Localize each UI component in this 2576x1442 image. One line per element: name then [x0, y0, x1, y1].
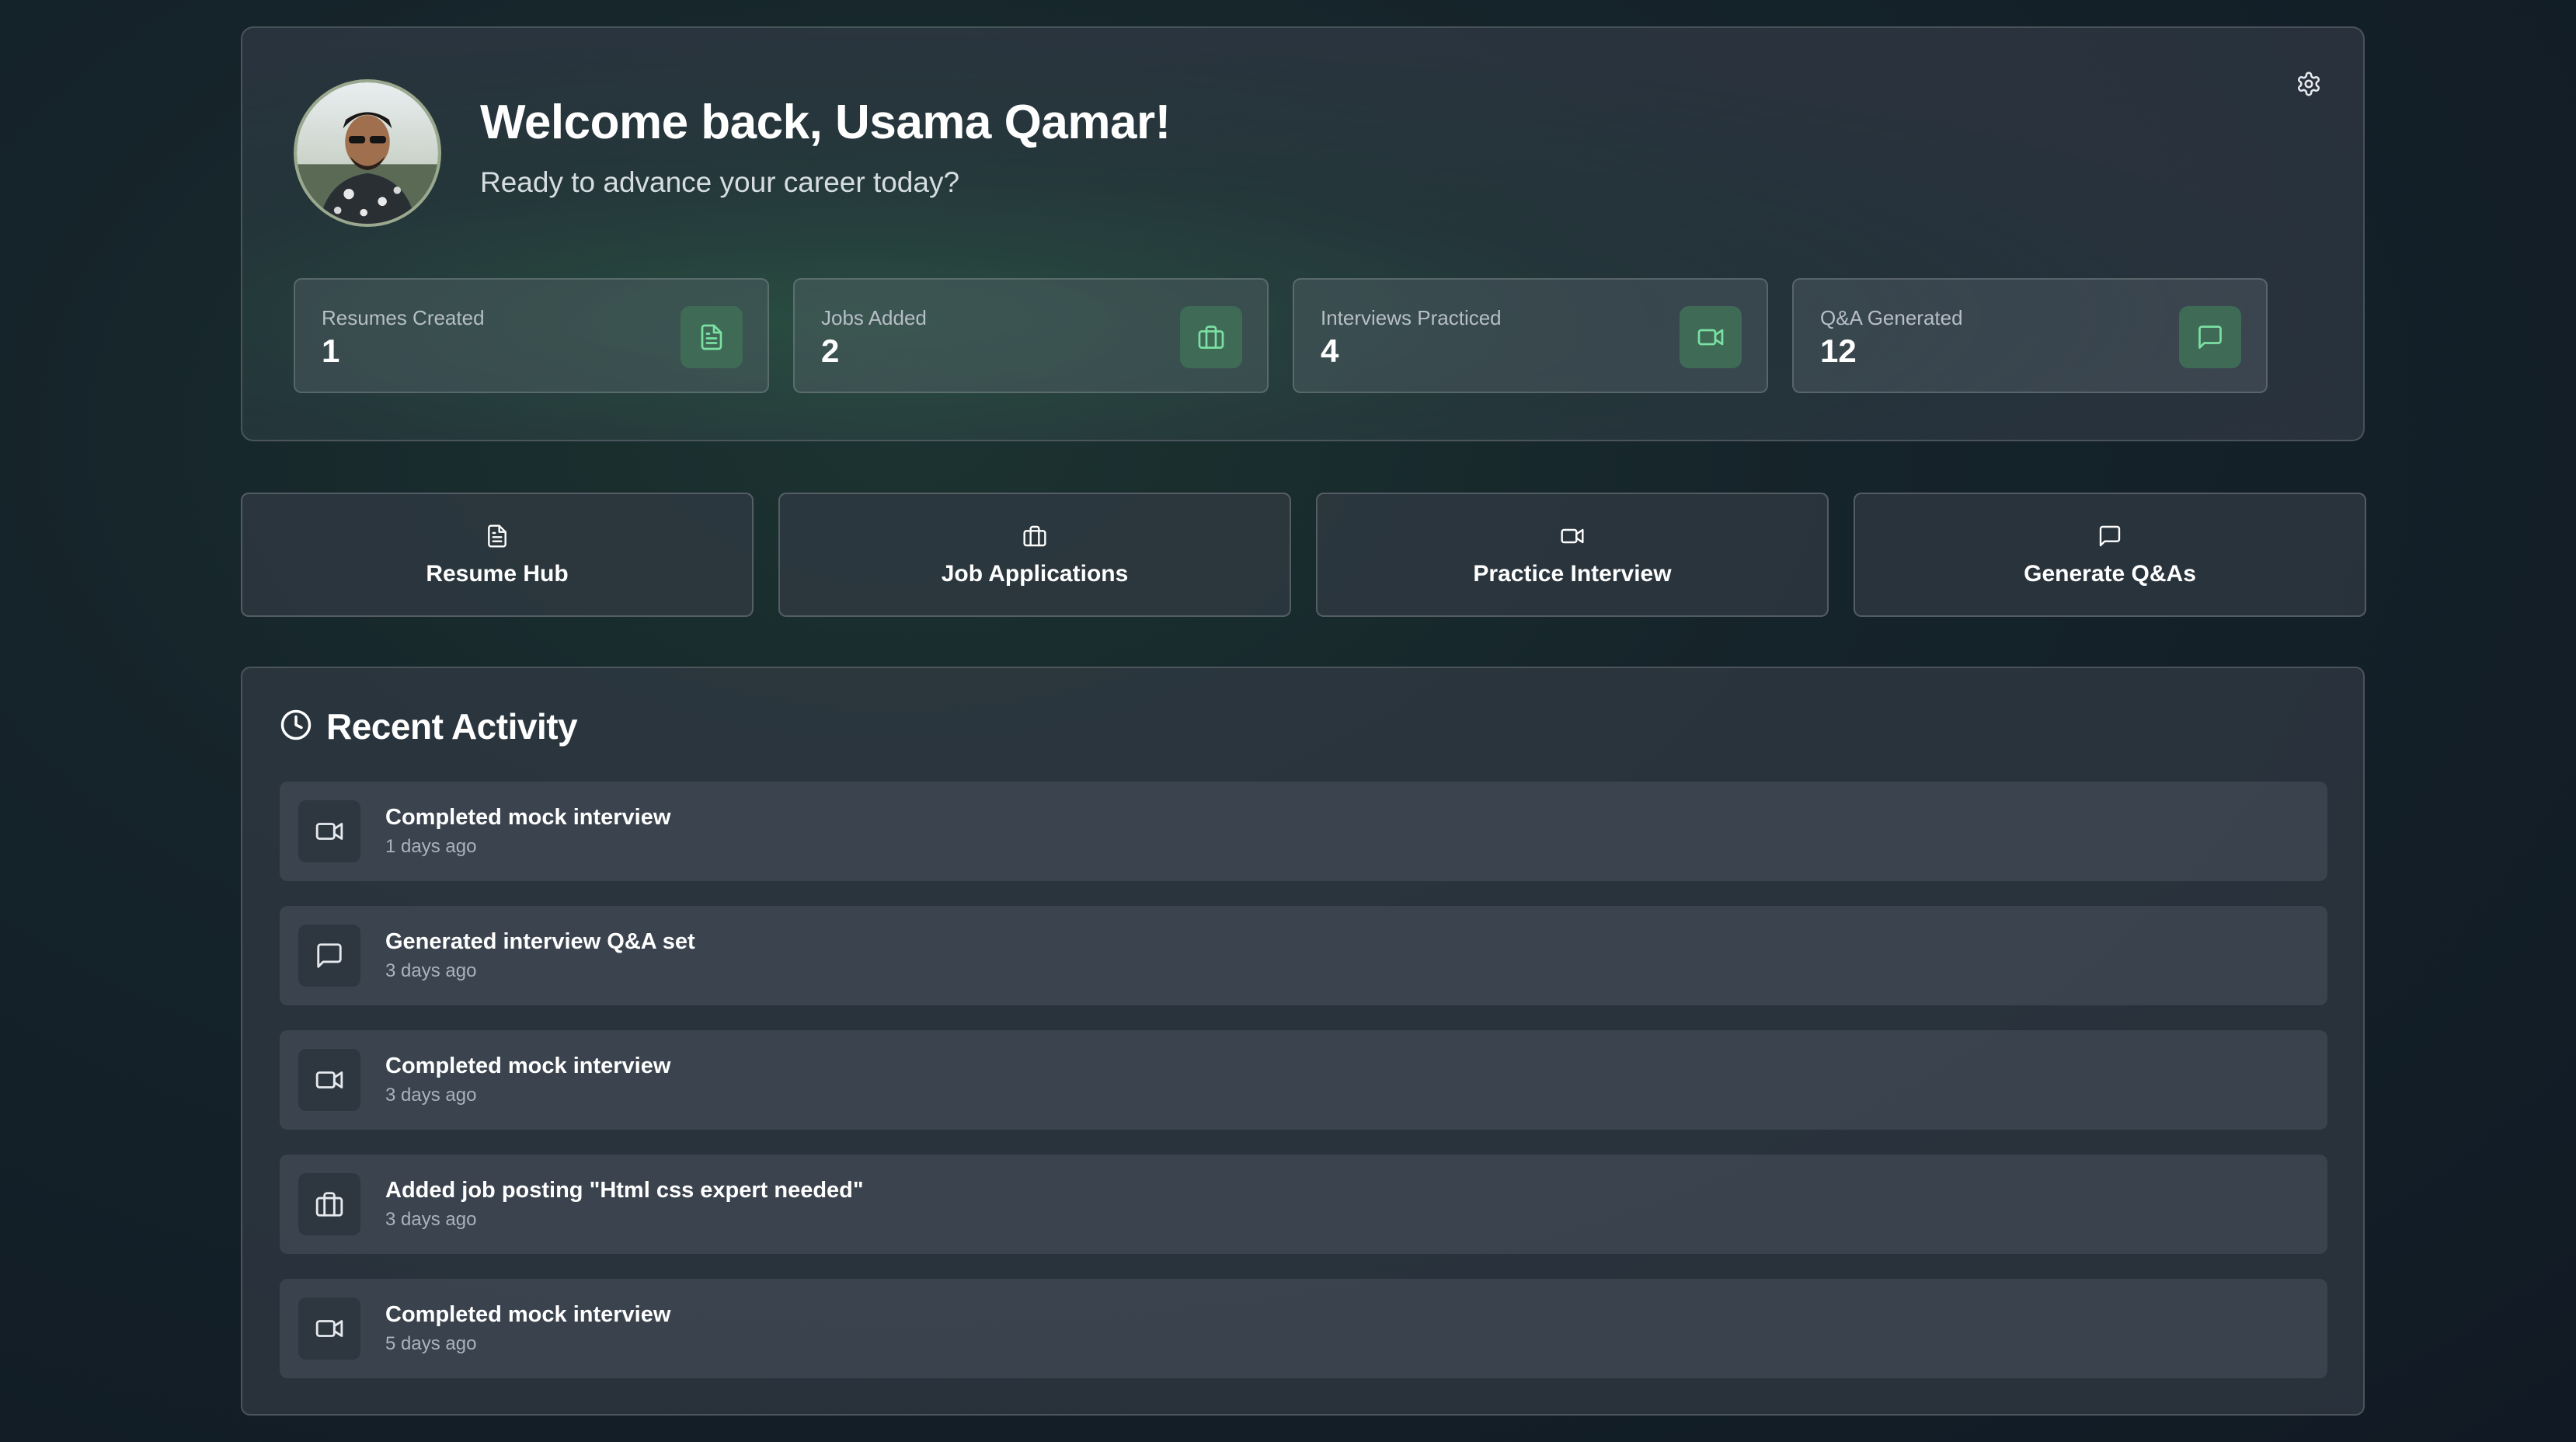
activity-item[interactable]: Completed mock interview 5 days ago — [280, 1279, 2327, 1378]
activity-time: 5 days ago — [385, 1333, 477, 1354]
file-text-icon — [681, 306, 743, 368]
video-icon — [298, 800, 360, 862]
job-applications-button[interactable]: Job Applications — [778, 493, 1291, 617]
resume-hub-label: Resume Hub — [426, 561, 569, 587]
message-square-icon — [298, 925, 360, 987]
practice-interview-label: Practice Interview — [1473, 561, 1672, 587]
activity-item[interactable]: Completed mock interview 1 days ago — [280, 782, 2327, 881]
briefcase-icon — [1022, 522, 1047, 550]
video-icon — [1680, 306, 1742, 368]
activity-title: Added job posting "Html css expert neede… — [385, 1178, 864, 1203]
stat-card-qa: Q&A Generated 12 — [1792, 278, 2268, 393]
resume-hub-button[interactable]: Resume Hub — [241, 493, 754, 617]
stat-value: 12 — [1820, 333, 1857, 369]
briefcase-icon — [1180, 306, 1242, 368]
activity-item[interactable]: Completed mock interview 3 days ago — [280, 1030, 2327, 1130]
message-square-icon — [2179, 306, 2241, 368]
welcome-card: Welcome back, Usama Qamar! Ready to adva… — [241, 26, 2365, 441]
briefcase-icon — [298, 1173, 360, 1235]
stat-label: Interviews Practiced — [1321, 306, 1502, 329]
avatar-photo — [297, 82, 438, 224]
message-square-icon — [2097, 522, 2122, 550]
activity-time: 1 days ago — [385, 836, 477, 857]
activity-item[interactable]: Generated interview Q&A set 3 days ago — [280, 906, 2327, 1005]
activity-title: Completed mock interview — [385, 1302, 671, 1327]
activity-title: Completed mock interview — [385, 1054, 671, 1078]
stat-value: 2 — [821, 333, 840, 369]
video-icon — [1560, 522, 1585, 550]
gear-icon[interactable] — [2295, 70, 2323, 98]
activity-time: 3 days ago — [385, 1209, 477, 1230]
video-icon — [298, 1049, 360, 1111]
stat-card-jobs: Jobs Added 2 — [793, 278, 1269, 393]
stat-label: Q&A Generated — [1820, 306, 1963, 329]
stat-card-resumes: Resumes Created 1 — [294, 278, 769, 393]
recent-activity-card: Recent Activity Completed mock interview… — [241, 667, 2365, 1416]
avatar[interactable] — [294, 79, 441, 227]
activity-item[interactable]: Added job posting "Html css expert neede… — [280, 1155, 2327, 1254]
welcome-heading: Welcome back, Usama Qamar! — [480, 96, 1171, 149]
recent-activity-title: Recent Activity — [326, 706, 578, 747]
generate-qas-button[interactable]: Generate Q&As — [1854, 493, 2366, 617]
activity-title: Generated interview Q&A set — [385, 929, 695, 954]
activity-title: Completed mock interview — [385, 805, 671, 830]
practice-interview-button[interactable]: Practice Interview — [1316, 493, 1829, 617]
stat-value: 4 — [1321, 333, 1339, 369]
video-icon — [298, 1297, 360, 1360]
job-applications-label: Job Applications — [941, 561, 1129, 587]
activity-time: 3 days ago — [385, 960, 477, 981]
stat-value: 1 — [322, 333, 340, 369]
stat-label: Jobs Added — [821, 306, 927, 329]
recent-activity-header: Recent Activity — [280, 705, 578, 747]
file-text-icon — [485, 522, 510, 550]
clock-icon — [280, 709, 312, 745]
generate-qas-label: Generate Q&As — [2024, 561, 2196, 587]
stat-card-interviews: Interviews Practiced 4 — [1293, 278, 1768, 393]
activity-time: 3 days ago — [385, 1085, 477, 1106]
welcome-subtitle: Ready to advance your career today? — [480, 166, 960, 198]
stat-label: Resumes Created — [322, 306, 485, 329]
